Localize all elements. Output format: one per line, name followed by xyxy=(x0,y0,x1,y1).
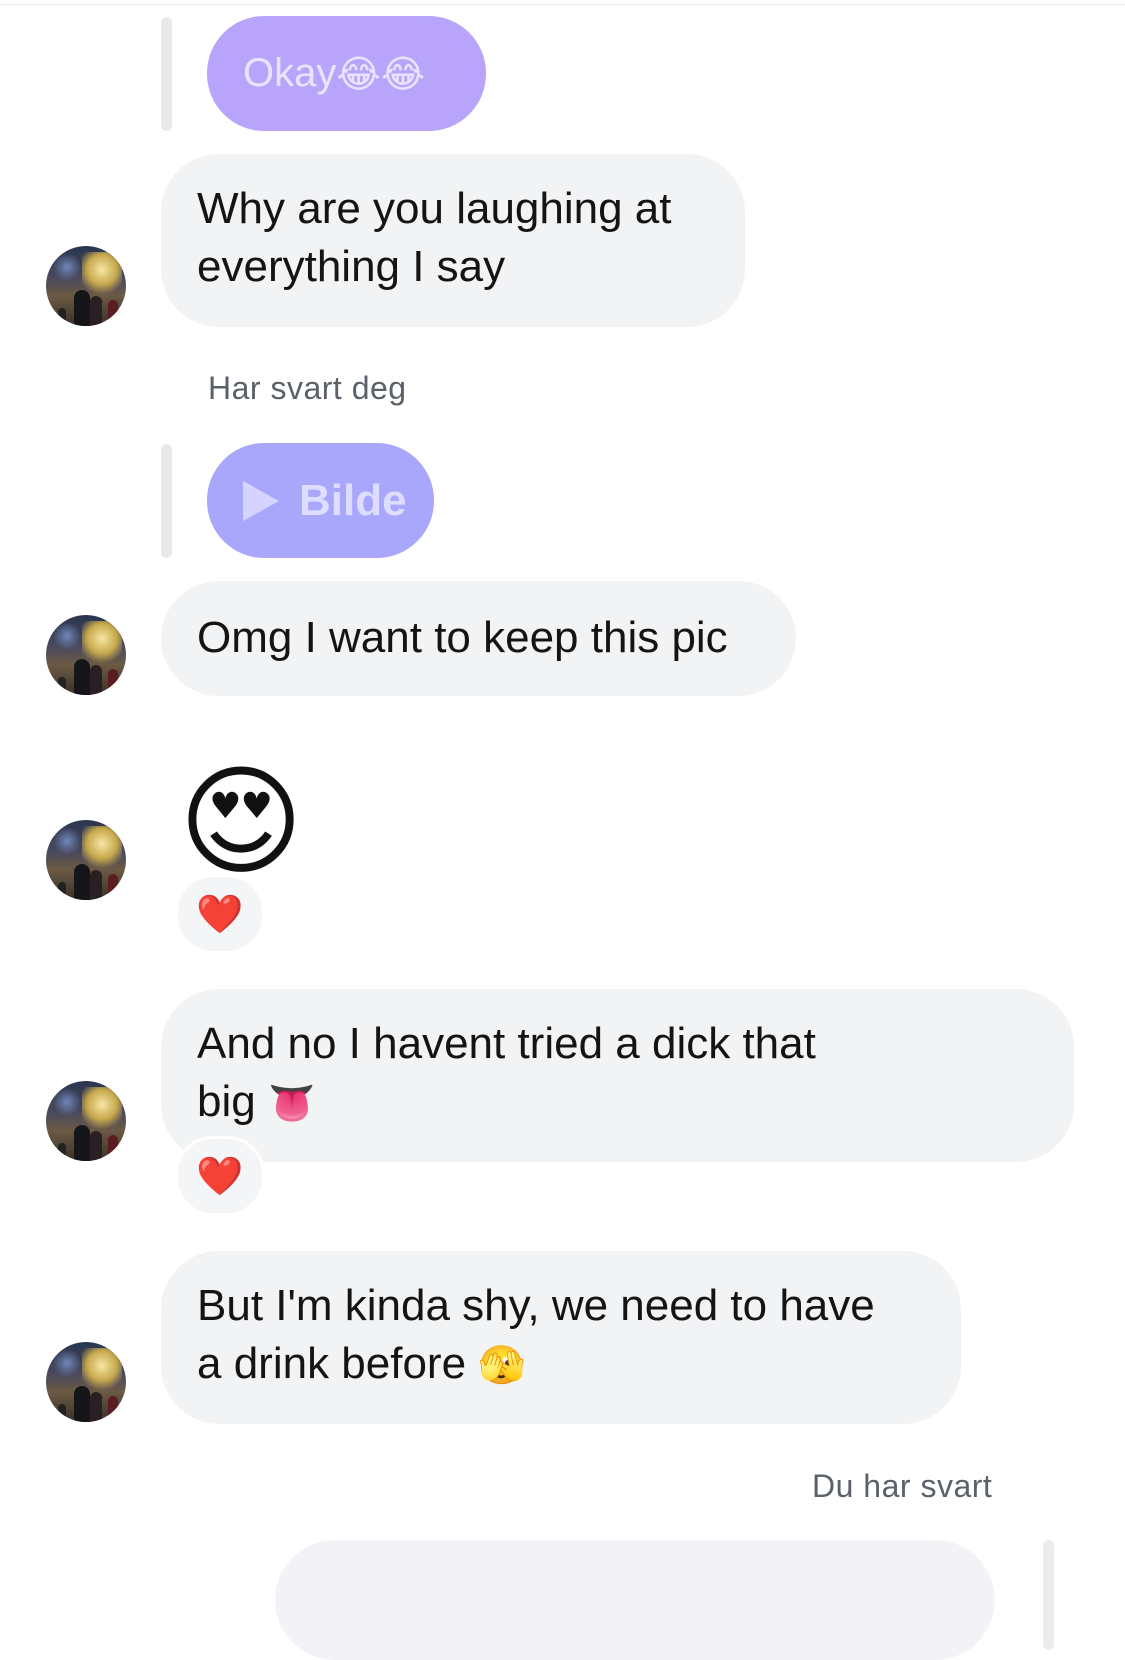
message-bubble[interactable]: But I'm kinda shy, we need to have a dri… xyxy=(161,1251,961,1424)
quoted-media-label: Bilde xyxy=(299,475,407,525)
message-bubble[interactable]: Omg I want to keep this pic xyxy=(161,581,796,696)
reply-status: Har svart deg xyxy=(208,370,407,406)
avatar[interactable] xyxy=(46,615,126,695)
heart-eyes-emoji-message[interactable]: 😍 xyxy=(171,753,311,893)
avatar[interactable] xyxy=(46,1342,126,1422)
heart-reaction-icon[interactable]: ❤️ xyxy=(175,874,265,954)
message-text-line: big xyxy=(197,1077,256,1126)
reply-indicator-line xyxy=(161,444,172,558)
message-text-line: a drink before xyxy=(197,1339,467,1388)
partial-message-bubble[interactable] xyxy=(275,1540,995,1660)
message-text-line: But I'm kinda shy, we need to have xyxy=(197,1281,875,1330)
avatar[interactable] xyxy=(46,820,126,900)
heart-reaction-icon[interactable]: ❤️ xyxy=(175,1136,265,1216)
quoted-message-text: Okay xyxy=(243,51,337,95)
reply-status: Du har svart xyxy=(812,1468,993,1504)
tongue-emoji: 👅 xyxy=(267,1081,316,1125)
reply-indicator-line xyxy=(1043,1540,1054,1650)
message-text-line: And no I havent tried a dick that xyxy=(197,1019,816,1068)
quoted-message[interactable]: Okay 😂😂 xyxy=(207,16,486,131)
peeking-face-emoji: 🫣 xyxy=(478,1343,526,1387)
quoted-media-message[interactable]: Bilde xyxy=(207,443,434,558)
avatar[interactable] xyxy=(46,1081,126,1161)
message-bubble[interactable]: Why are you laughing at everything I say xyxy=(161,154,745,327)
message-bubble[interactable]: And no I havent tried a dick that big 👅 xyxy=(161,989,1074,1162)
message-text-line: Why are you laughing at xyxy=(197,184,672,233)
avatar[interactable] xyxy=(46,246,126,326)
message-text-line: everything I say xyxy=(197,242,506,291)
message-text: Omg I want to keep this pic xyxy=(197,613,728,662)
laughing-emoji: 😂😂 xyxy=(336,51,426,96)
top-divider xyxy=(0,4,1125,5)
reply-indicator-line xyxy=(161,17,172,131)
play-icon xyxy=(243,480,279,521)
